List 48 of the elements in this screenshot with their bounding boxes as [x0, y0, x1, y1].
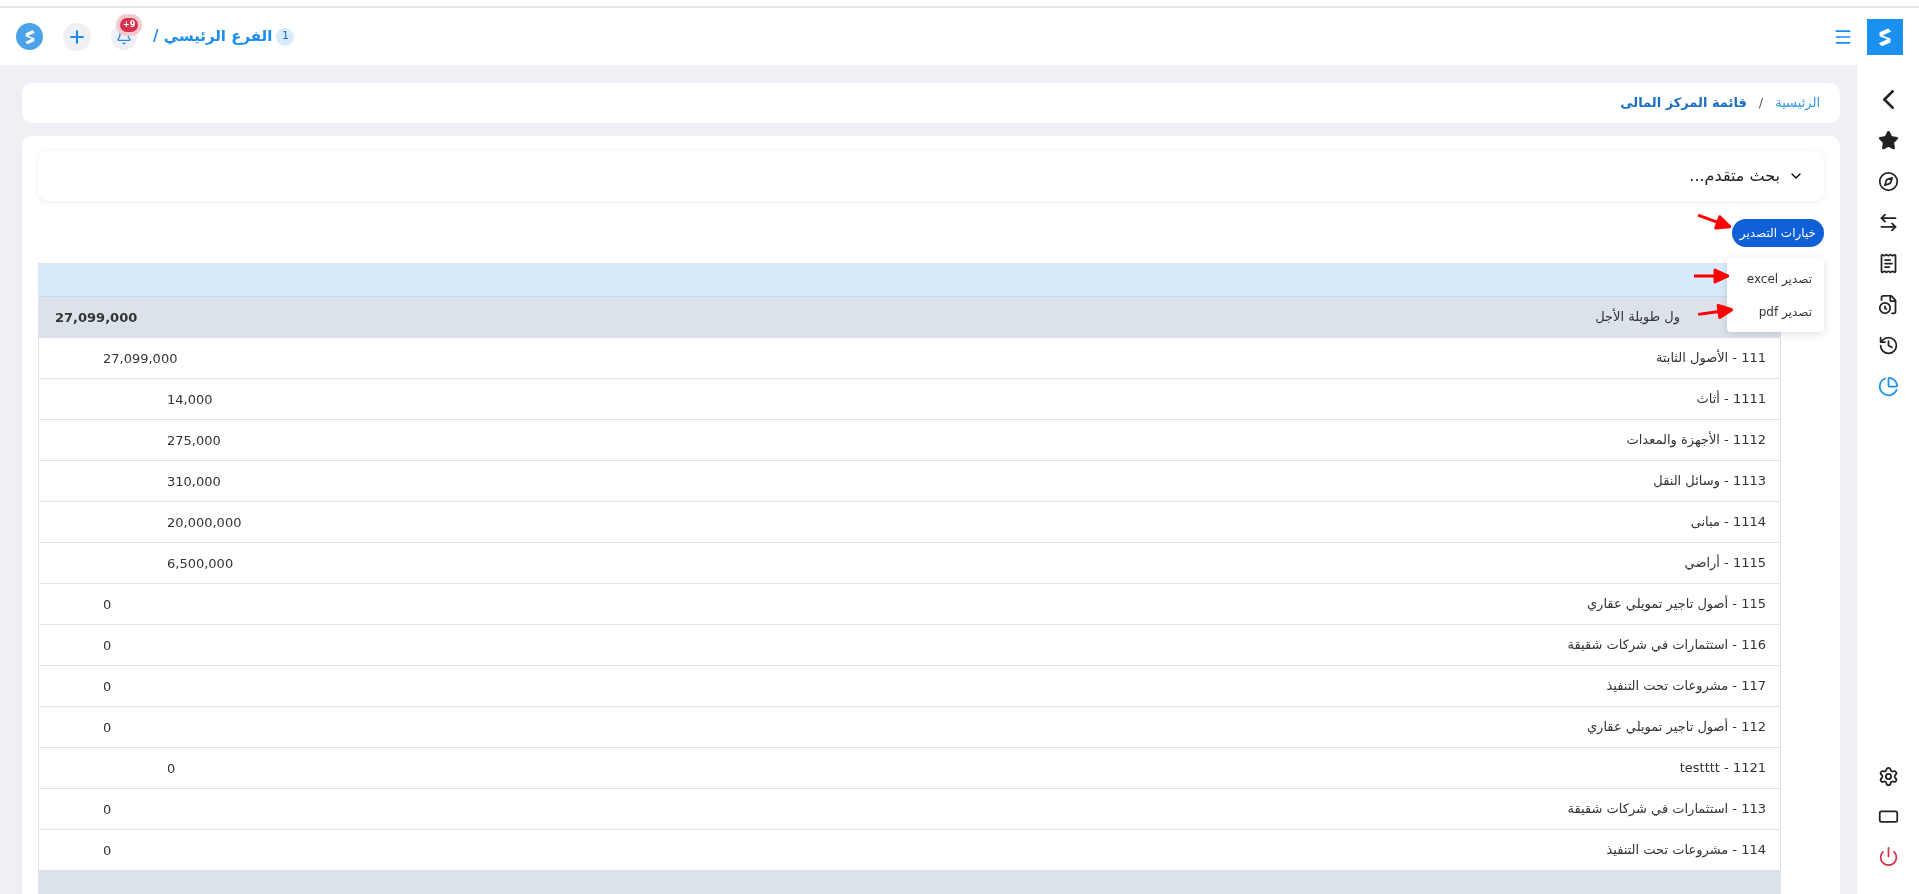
advanced-search-label: بحث متقدم...	[1689, 165, 1780, 187]
account-name: 116 - استثمارات في شركات شقيقة	[1567, 636, 1766, 655]
power-icon	[1877, 845, 1899, 867]
list-clock-icon	[1877, 294, 1899, 315]
amount-text: 0	[103, 843, 112, 858]
account-name: ول طويلة الأجل	[1595, 307, 1680, 327]
pie-chart-icon	[1877, 376, 1899, 397]
account-name: 1112 - الأجهزة والمعدات	[1626, 430, 1766, 450]
amount-text: 0	[103, 597, 112, 612]
amount-text: 6,500,000	[167, 556, 234, 571]
amount-text: 20,000,000	[167, 515, 242, 530]
branch-name[interactable]: الفرع الرئيسي /	[153, 25, 273, 48]
account-name: 1114 - مبانى	[1690, 513, 1766, 532]
export-options-button[interactable]: خيارات التصدير	[1731, 219, 1824, 247]
amount-text: 27,099,000	[55, 310, 138, 325]
settings-icon	[1877, 765, 1899, 787]
export-menu-item[interactable]: تصدير pdf	[1754, 295, 1816, 328]
back-icon	[1882, 90, 1894, 109]
branch-count: 1	[276, 27, 295, 46]
amount-text: 0	[103, 720, 112, 735]
account-name: 114 - مشروعات تحت التنفيذ	[1606, 841, 1766, 860]
amount-text: 0	[103, 638, 112, 653]
account-name: 111 - الأصول الثابتة	[1655, 348, 1766, 368]
advanced-search-bar[interactable]: بحث متقدم...	[38, 151, 1824, 201]
amount-text: 27,099,000	[103, 351, 178, 366]
amount-text: 0	[103, 802, 112, 817]
amount-text: 275,000	[167, 433, 221, 448]
amount-text: 310,000	[167, 474, 221, 489]
star-icon	[1877, 130, 1899, 151]
clock-icon	[1877, 335, 1899, 356]
account-name: testttt - 1121	[1679, 759, 1766, 778]
add-button[interactable]	[63, 22, 91, 51]
account-name: 1113 - وسائل النقل	[1653, 472, 1766, 491]
breadcrumb-link[interactable]: قائمة المركز المالى	[1620, 93, 1747, 113]
account-name: 113 - استثمارات في شركات شقيقة	[1567, 800, 1766, 819]
account-name: 115 - أصول تاجير تمويلي عقاري	[1586, 594, 1766, 614]
account-name: 1115 - أراضي	[1684, 553, 1766, 573]
account-name: 1111 - أثاث	[1696, 389, 1766, 409]
account-name: 112 - أصول تاجير تمويلي عقاري	[1586, 717, 1766, 737]
compass-icon	[1877, 171, 1899, 192]
breadcrumb-separator: /	[1758, 94, 1764, 113]
amount-text: 14,000	[167, 392, 213, 407]
arrow-icon	[1693, 268, 1729, 284]
export-menu-item[interactable]: تصدير excel	[1742, 262, 1816, 295]
amount-text: 0	[103, 679, 112, 694]
breadcrumb-link[interactable]: الرئيسية	[1775, 93, 1820, 113]
account-name: 117 - مشروعات تحت التنفيذ	[1606, 677, 1766, 696]
amount-text: 0	[167, 761, 176, 776]
